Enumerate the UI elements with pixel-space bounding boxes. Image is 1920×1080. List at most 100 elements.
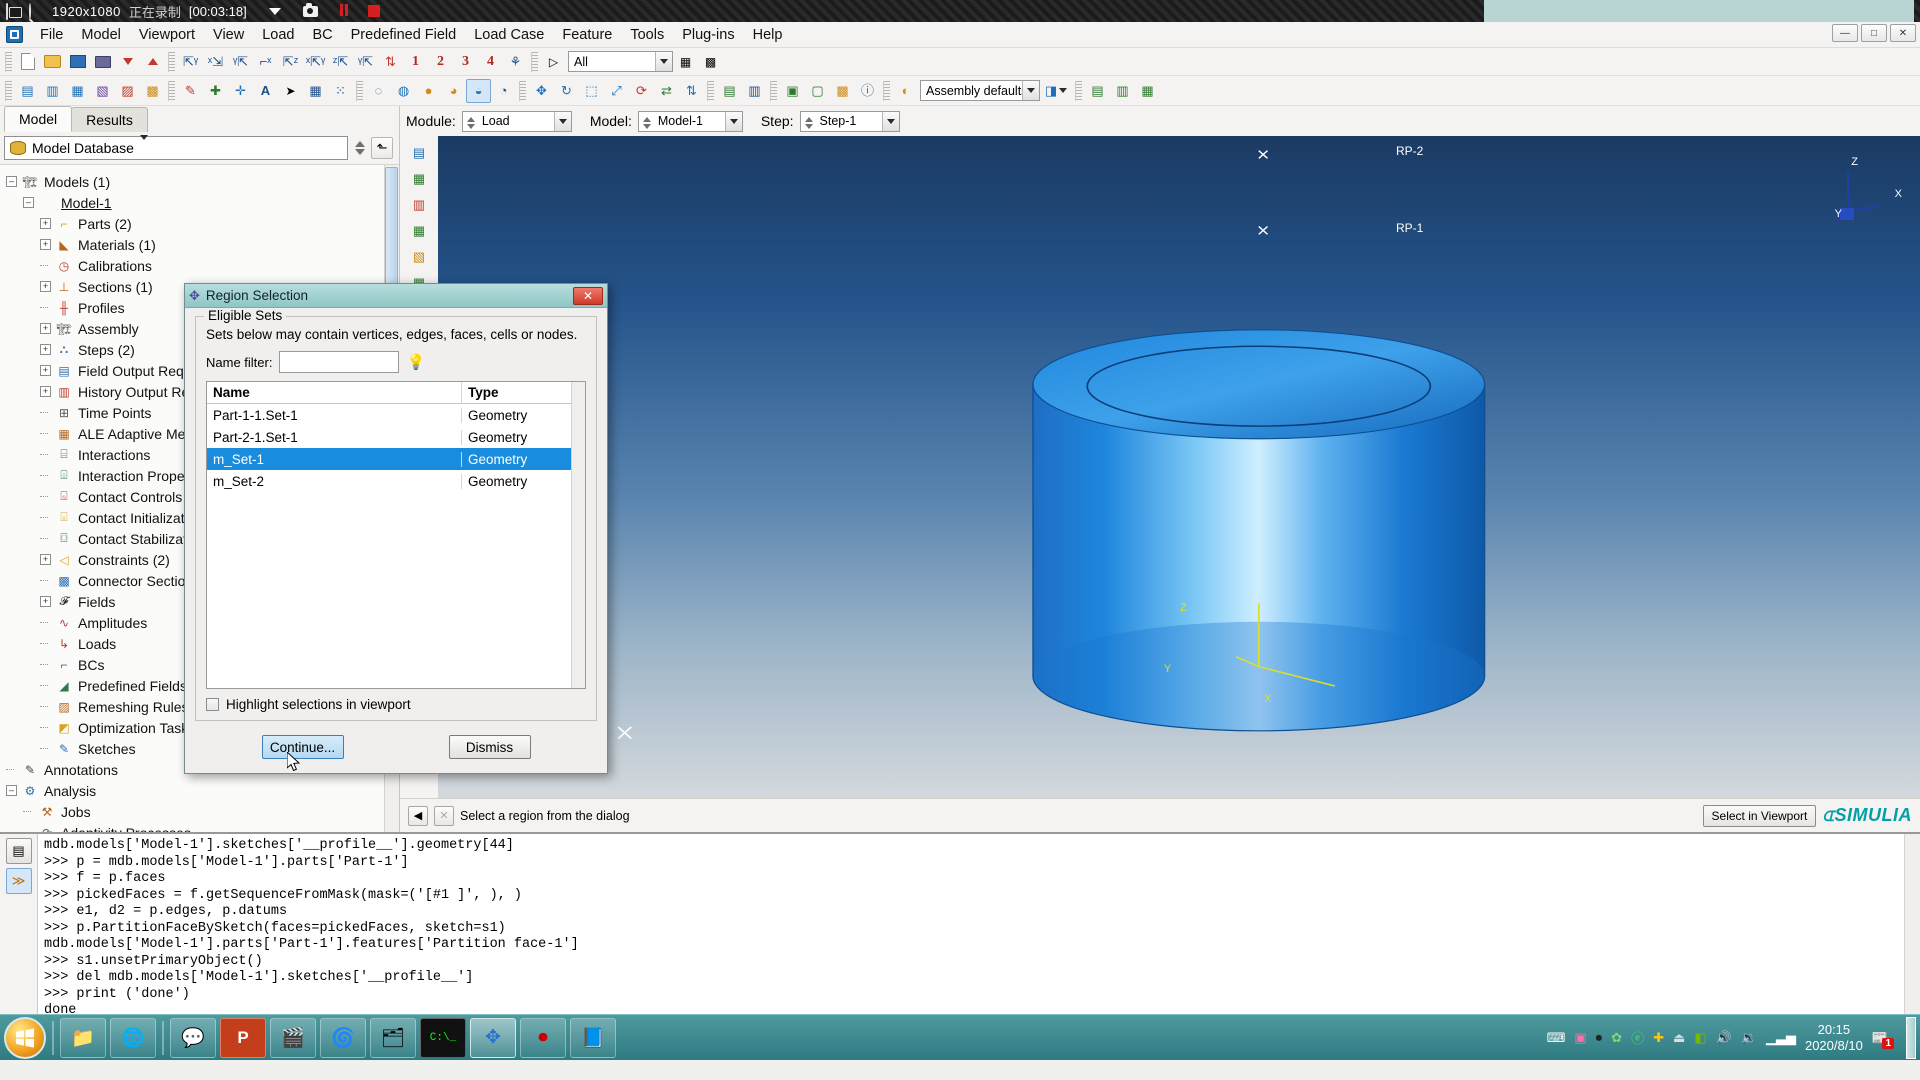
menu-tools[interactable]: Tools bbox=[621, 23, 673, 47]
toolbar-grip[interactable] bbox=[770, 80, 777, 101]
list-scrollbar[interactable] bbox=[571, 382, 585, 688]
table-row[interactable]: m_Set-2 Geometry bbox=[207, 470, 585, 492]
menu-viewport[interactable]: Viewport bbox=[130, 23, 204, 47]
plot-xy-icon[interactable]: ▩ bbox=[140, 79, 165, 103]
menu-help[interactable]: Help bbox=[744, 23, 792, 47]
tray-wechat-icon[interactable]: ✿ bbox=[1611, 1030, 1622, 1046]
menu-bc[interactable]: BC bbox=[303, 23, 341, 47]
grid-icon[interactable]: ▦ bbox=[303, 79, 328, 103]
chevron-down-icon[interactable] bbox=[881, 111, 899, 131]
view-axis-icon[interactable]: ᵞ⇱ bbox=[353, 50, 378, 74]
pan-icon[interactable]: ✥ bbox=[529, 79, 554, 103]
chevron-down-icon[interactable] bbox=[139, 135, 148, 156]
toolbar-grip[interactable] bbox=[707, 80, 714, 101]
zoom-box-icon[interactable]: ⬚ bbox=[579, 79, 604, 103]
collapse-icon[interactable]: – bbox=[6, 176, 17, 187]
selection-options-icon[interactable]: ▦ bbox=[673, 50, 698, 74]
notification-center-icon[interactable]: 📰 1 bbox=[1872, 1030, 1894, 1049]
dialog-title-bar[interactable]: ✥ Region Selection ✕ bbox=[185, 284, 607, 308]
partition-icon[interactable]: ✛ bbox=[228, 79, 253, 103]
render-style-combo[interactable]: Assembly defaults bbox=[920, 80, 1040, 101]
tab-model[interactable]: Model bbox=[4, 106, 73, 132]
view-left-icon[interactable]: ᵞ⇱ bbox=[228, 50, 253, 74]
continue-button[interactable]: Continue... bbox=[261, 735, 344, 759]
display-group-remove-icon[interactable]: ▦ bbox=[1135, 79, 1160, 103]
pointer-tool-icon[interactable]: ➤ bbox=[278, 79, 303, 103]
close-button[interactable]: ✕ bbox=[1890, 24, 1916, 42]
module-combo[interactable]: Load bbox=[461, 110, 572, 134]
tray-record-icon[interactable]: ⏺ bbox=[1596, 1030, 1603, 1046]
plot-material-icon[interactable]: ▧ bbox=[90, 79, 115, 103]
tray-browser-icon[interactable]: ⓔ bbox=[1631, 1028, 1644, 1047]
taskbar-item-chat[interactable]: 💬 bbox=[170, 1017, 216, 1058]
tray-update-icon[interactable]: ✚ bbox=[1653, 1030, 1664, 1046]
pause-recording-button[interactable] bbox=[339, 3, 350, 19]
render-hidden-icon[interactable]: ◍ bbox=[391, 79, 416, 103]
create-load-icon[interactable]: ▤ bbox=[407, 140, 432, 164]
menu-load-case[interactable]: Load Case bbox=[465, 23, 553, 47]
render-selected-icon[interactable]: ◒ bbox=[466, 78, 491, 103]
display-group-replace-icon[interactable]: ▥ bbox=[1110, 79, 1135, 103]
volume-icon[interactable]: 🔊 bbox=[1716, 1030, 1732, 1046]
tray-usb-icon[interactable]: ⏏ bbox=[1673, 1030, 1685, 1046]
render-more-icon[interactable]: ◔ bbox=[491, 79, 516, 103]
render-shaded-icon[interactable]: ● bbox=[416, 79, 441, 103]
toolbar-grip[interactable] bbox=[519, 80, 526, 101]
taskbar-item-browser[interactable]: 🌐 bbox=[110, 1017, 156, 1058]
network-signal-icon[interactable]: ▁▃▅ bbox=[1766, 1030, 1796, 1046]
step-combo[interactable]: Step-1 bbox=[799, 110, 900, 134]
print-icon[interactable] bbox=[90, 50, 115, 74]
view-back-icon[interactable]: ˣ⇲ bbox=[203, 50, 228, 74]
part-display-icon[interactable]: ▢ bbox=[805, 79, 830, 103]
expand-icon[interactable]: + bbox=[40, 281, 51, 292]
table-row[interactable]: m_Set-1 Geometry bbox=[207, 448, 585, 470]
start-button[interactable] bbox=[4, 1016, 46, 1059]
menu-plugins[interactable]: Plug-ins bbox=[673, 23, 743, 47]
bc-manager-icon[interactable]: ▦ bbox=[407, 218, 432, 242]
text-annotation-icon[interactable]: A bbox=[253, 79, 278, 103]
taskbar-item-media[interactable]: 🎬 bbox=[270, 1017, 316, 1058]
model-combo[interactable]: Model-1 bbox=[637, 110, 743, 132]
selection-filter-combo[interactable]: All bbox=[568, 51, 673, 72]
rotate-icon[interactable]: ↻ bbox=[554, 79, 579, 103]
selection-extra-icon[interactable]: ▩ bbox=[698, 50, 723, 74]
view-right-icon[interactable]: ⌐ˣ bbox=[253, 50, 278, 74]
menu-load[interactable]: Load bbox=[253, 23, 303, 47]
tree-item-materials-1[interactable]: + ◣ Materials (1) bbox=[6, 234, 399, 255]
taskbar-item-powerpoint[interactable]: P bbox=[220, 1017, 266, 1058]
taskbar-clock[interactable]: 20:15 2020/8/10 bbox=[1805, 1022, 1863, 1054]
previous-step-button[interactable]: ◀ bbox=[408, 805, 428, 826]
apply-view-icon[interactable]: ⚘ bbox=[503, 50, 528, 74]
cylinder-model[interactable] bbox=[438, 136, 1920, 798]
chevron-down-icon[interactable] bbox=[655, 52, 672, 71]
step-spinner[interactable] bbox=[802, 112, 817, 134]
console-scrollbar[interactable] bbox=[1904, 834, 1920, 1014]
toolbar-grip[interactable] bbox=[168, 51, 175, 72]
tree-depth-spinner[interactable] bbox=[352, 137, 367, 159]
expand-icon[interactable]: + bbox=[40, 554, 51, 565]
tray-app-pink-icon[interactable]: ▣ bbox=[1574, 1030, 1586, 1046]
speaker-icon[interactable]: 🔉 bbox=[1741, 1030, 1757, 1046]
create-bc-icon[interactable]: ▥ bbox=[407, 192, 432, 216]
collapse-icon[interactable]: – bbox=[23, 197, 34, 208]
mesh-display-icon[interactable]: ▩ bbox=[830, 79, 855, 103]
chevron-down-icon[interactable] bbox=[553, 111, 571, 131]
dotted-grid-icon[interactable]: ⁙ bbox=[328, 79, 353, 103]
toolbar-grip[interactable] bbox=[168, 80, 175, 101]
taskbar-item-edge[interactable]: 🌀 bbox=[320, 1017, 366, 1058]
model-database-combo[interactable]: Model Database bbox=[4, 135, 348, 160]
toolbar-grip[interactable] bbox=[883, 80, 890, 101]
highlight-selections-row[interactable]: Highlight selections in viewport bbox=[206, 697, 586, 712]
column-header-type[interactable]: Type bbox=[462, 382, 505, 403]
camera-icon[interactable] bbox=[302, 2, 318, 17]
expand-icon[interactable]: + bbox=[40, 344, 51, 355]
tree-item-model-1[interactable]: – Model-1 bbox=[6, 192, 399, 213]
python-console-tab[interactable]: ≫ bbox=[5, 868, 32, 894]
module-spinner[interactable] bbox=[464, 112, 479, 134]
plot-contour-icon[interactable]: ▤ bbox=[15, 79, 40, 103]
collapse-icon[interactable]: – bbox=[6, 785, 17, 796]
menu-model[interactable]: Model bbox=[72, 23, 130, 47]
taskbar-item-explorer[interactable]: 📁 bbox=[60, 1017, 106, 1058]
tree-item-models-1[interactable]: – 🏗 Models (1) bbox=[6, 171, 399, 192]
taskbar-item-folder[interactable]: 🗂 bbox=[370, 1017, 416, 1058]
